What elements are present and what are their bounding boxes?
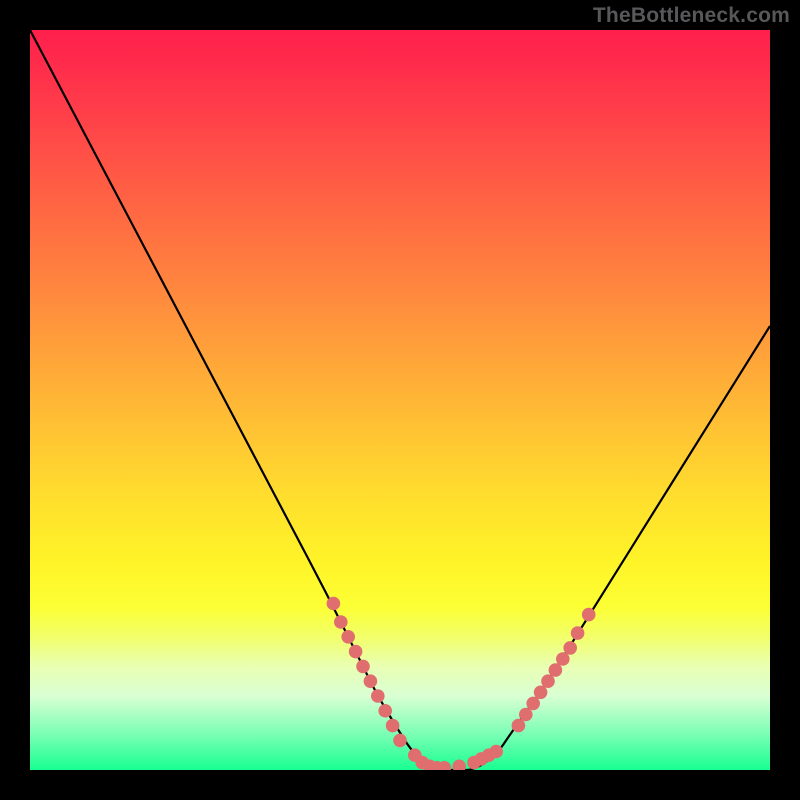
data-marker	[563, 641, 577, 655]
data-marker	[571, 626, 585, 640]
data-marker	[334, 615, 348, 629]
data-marker	[512, 719, 526, 733]
marker-group	[327, 597, 596, 770]
data-marker	[386, 719, 400, 733]
data-marker	[489, 745, 503, 759]
data-marker	[534, 686, 548, 700]
data-marker	[549, 663, 563, 677]
curve-svg	[30, 30, 770, 770]
data-marker	[556, 652, 570, 666]
data-marker	[526, 697, 540, 711]
data-marker	[364, 674, 378, 688]
data-marker	[541, 674, 555, 688]
data-marker	[371, 689, 385, 703]
data-marker	[341, 630, 355, 644]
plot-area	[30, 30, 770, 770]
data-marker	[349, 645, 363, 659]
data-marker	[356, 660, 370, 674]
data-marker	[378, 704, 392, 718]
bottleneck-curve-path	[30, 30, 770, 770]
data-marker	[327, 597, 341, 611]
data-marker	[452, 760, 466, 771]
data-marker	[582, 608, 596, 622]
chart-frame: TheBottleneck.com	[0, 0, 800, 800]
watermark-text: TheBottleneck.com	[593, 4, 790, 28]
data-marker	[519, 708, 533, 722]
data-marker	[393, 734, 407, 748]
